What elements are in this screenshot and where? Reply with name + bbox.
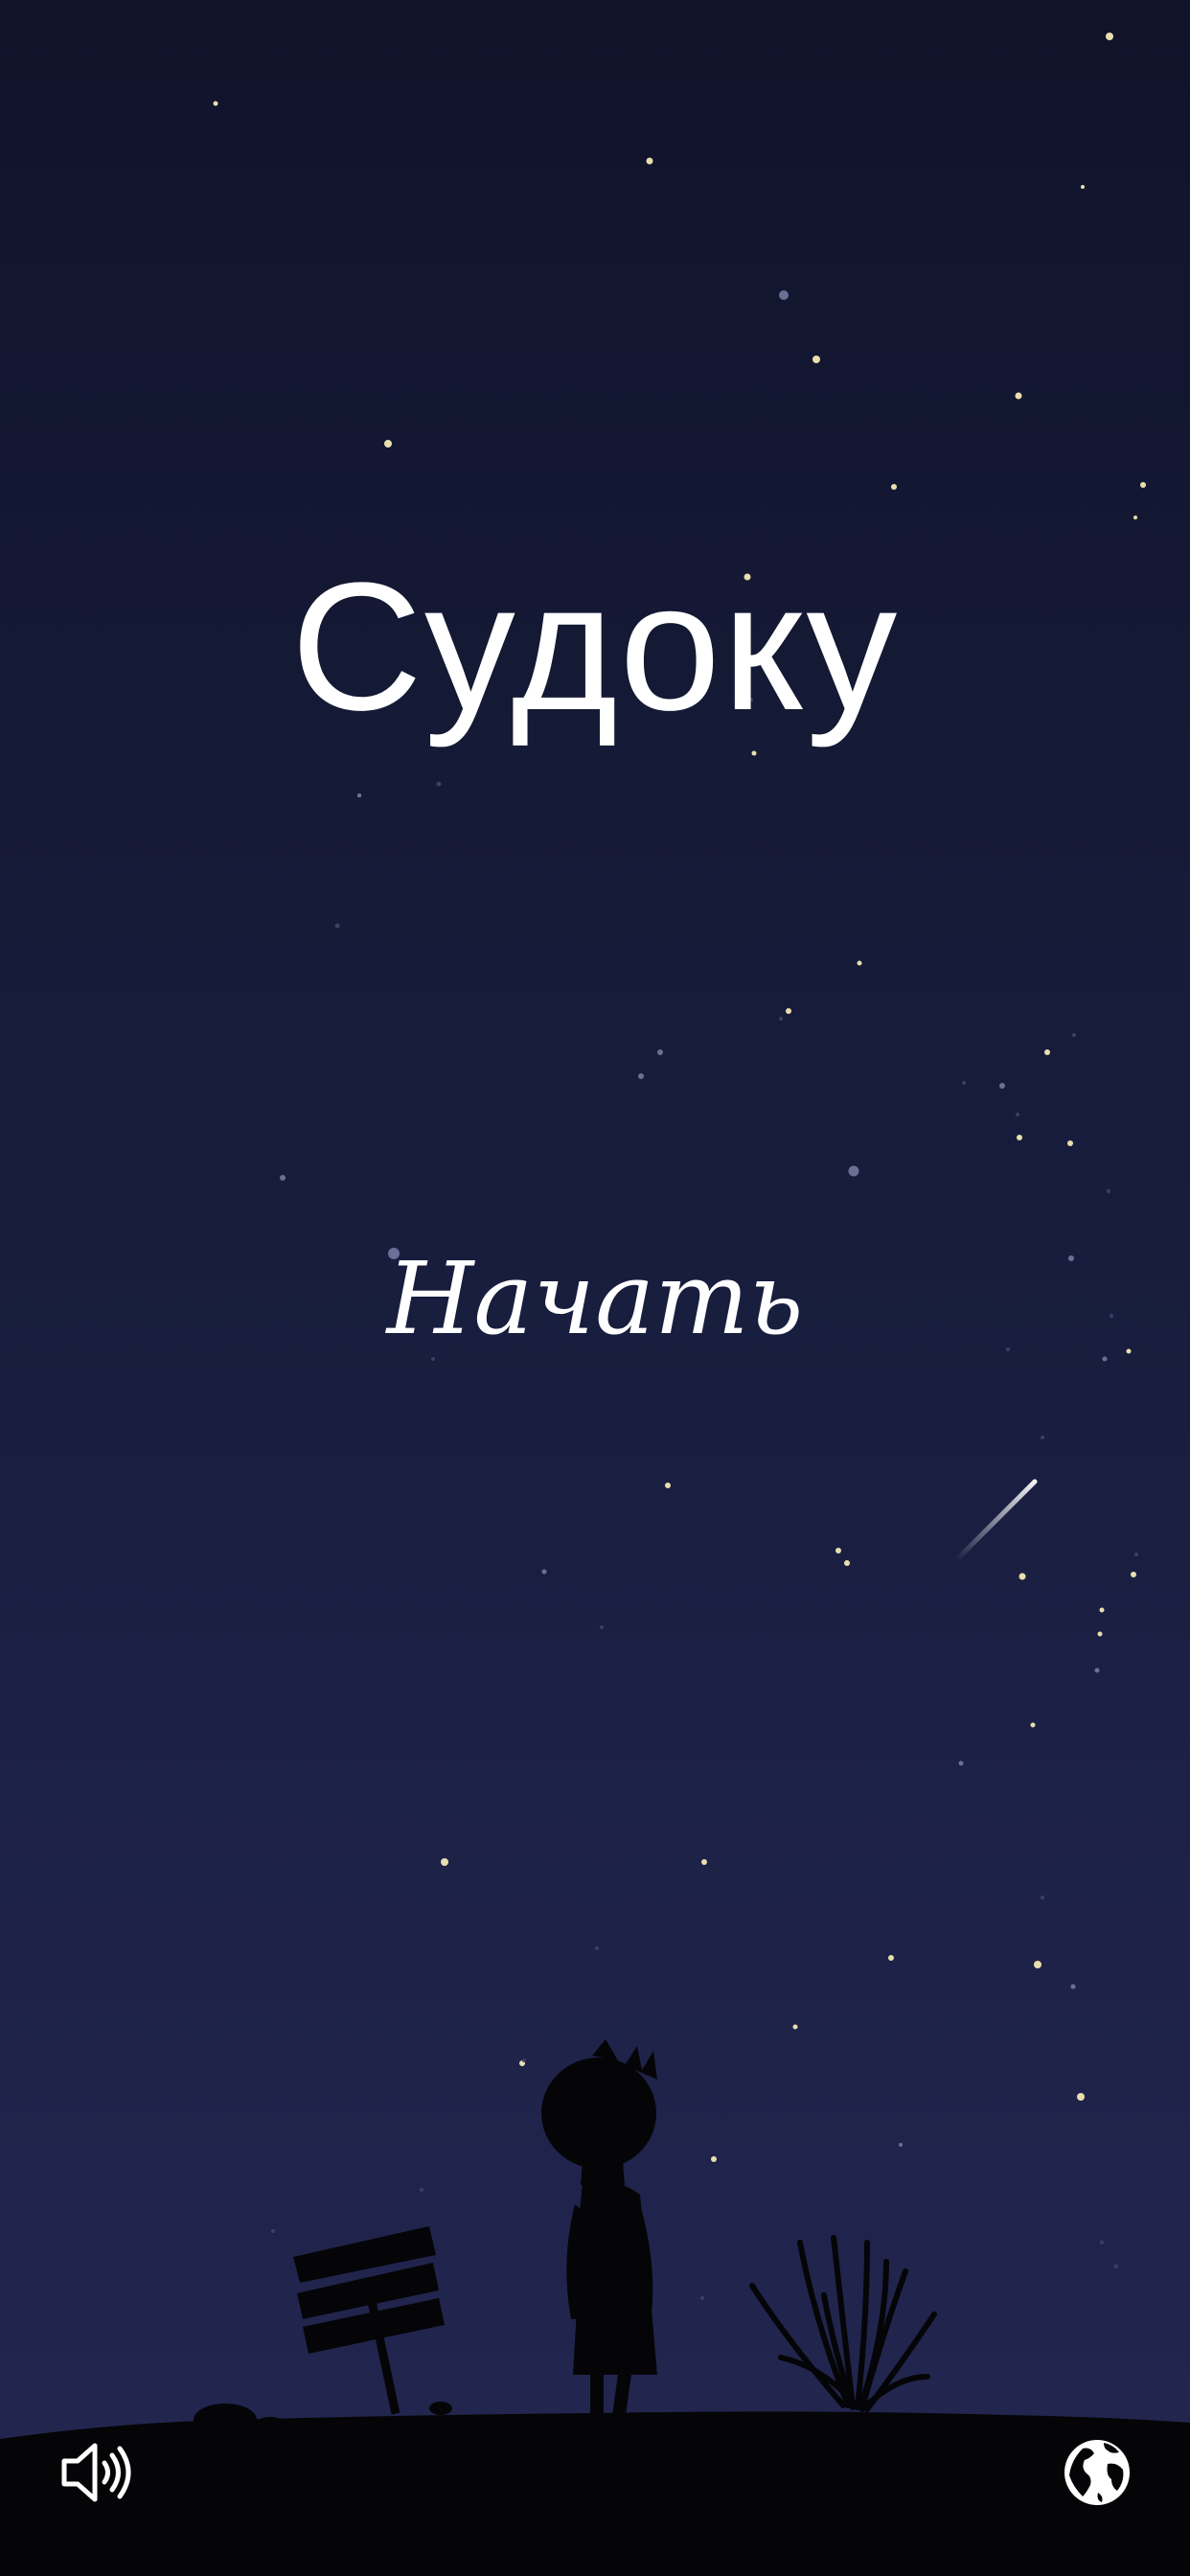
start-button[interactable]: Начать <box>308 1217 882 1380</box>
shooting-star <box>953 1479 1038 1563</box>
boy-silhouette <box>541 2039 657 2423</box>
ground-scene <box>0 2039 1190 2576</box>
globe-icon <box>1064 2440 1130 2505</box>
grass-tuft <box>749 2235 937 2412</box>
speaker-volume-icon <box>61 2443 131 2502</box>
start-screen: Судоку Начать <box>0 0 1190 2576</box>
language-button[interactable] <box>1054 2429 1140 2516</box>
ground <box>0 2411 1190 2576</box>
signpost <box>293 2226 445 2415</box>
game-title: Судоку <box>290 545 900 748</box>
sound-toggle-button[interactable] <box>53 2429 139 2516</box>
